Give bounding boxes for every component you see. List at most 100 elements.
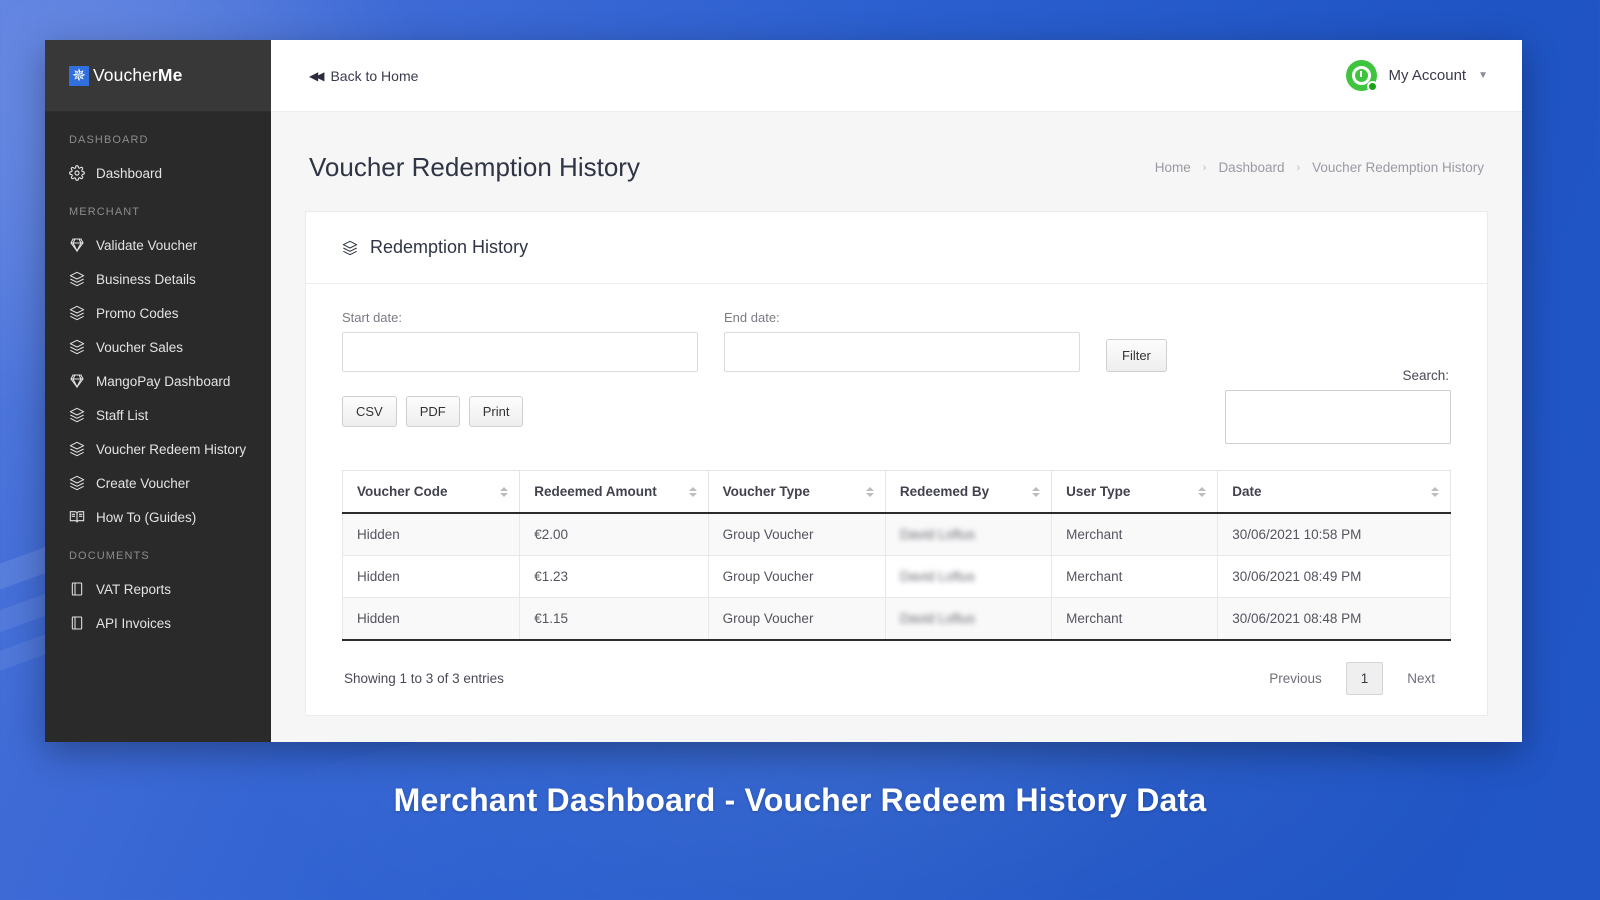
search-input[interactable] <box>1225 390 1451 444</box>
sidebar-nav: DASHBOARD Dashboard MERCHANT Validate Vo… <box>45 112 271 640</box>
sidebar-item-label: Validate Voucher <box>96 237 198 253</box>
page-title: Voucher Redemption History <box>309 152 640 182</box>
export-and-search-row: CSV PDF Print Search: <box>342 368 1451 444</box>
end-date-field: End date: <box>724 310 1080 372</box>
sidebar-item-label: MangoPay Dashboard <box>96 373 231 389</box>
sidebar-item-staff-list[interactable]: Staff List <box>45 398 271 432</box>
column-header-redeemed-amount[interactable]: Redeemed Amount <box>519 470 709 514</box>
my-account-label: My Account <box>1388 67 1467 84</box>
layers-icon <box>69 305 85 321</box>
sidebar: ✵ VoucherMe DASHBOARD Dashboard MERCHANT… <box>45 40 271 742</box>
cell-redeemed-by: David Loftus <box>884 555 1053 598</box>
book-open-icon <box>69 509 85 525</box>
sidebar-heading-dashboard: DASHBOARD <box>69 134 149 146</box>
gem-icon <box>69 373 85 389</box>
cell-date: 30/06/2021 10:58 PM <box>1217 512 1451 556</box>
cell-redeemed-by: David Loftus <box>884 512 1053 556</box>
cell-voucher-type: Group Voucher <box>707 597 886 641</box>
redemption-history-table: Voucher Code Redeemed Amount Voucher Typ… <box>341 470 1451 641</box>
sidebar-item-label: Create Voucher <box>96 475 190 491</box>
cell-date: 30/06/2021 08:48 PM <box>1217 597 1451 641</box>
layers-icon <box>69 339 85 355</box>
card-title: Redemption History <box>370 237 529 257</box>
column-header-redeemed-by[interactable]: Redeemed By <box>884 470 1053 514</box>
clock-avatar-icon <box>1345 60 1378 92</box>
sidebar-item-label: Staff List <box>96 407 149 423</box>
end-date-input[interactable] <box>724 332 1080 372</box>
layers-icon <box>342 240 358 256</box>
table-wrapper: Voucher Code Redeemed Amount Voucher Typ… <box>341 470 1451 645</box>
breadcrumb: Home › Dashboard › Voucher Redemption Hi… <box>1155 160 1484 175</box>
sidebar-item-api-invoices[interactable]: API Invoices <box>45 606 271 640</box>
sort-icon[interactable] <box>1198 486 1207 497</box>
back-to-home-label: Back to Home <box>330 67 419 84</box>
breadcrumb-item-home[interactable]: Home <box>1155 160 1191 175</box>
sort-icon[interactable] <box>865 486 874 497</box>
export-buttons: CSV PDF Print <box>342 396 524 427</box>
sidebar-item-voucher-sales[interactable]: Voucher Sales <box>45 330 271 364</box>
redeemed-by-blurred-value: David Loftus <box>899 527 975 542</box>
column-label: Redeemed Amount <box>534 484 657 499</box>
sort-icon[interactable] <box>500 486 509 497</box>
sidebar-item-business-details[interactable]: Business Details <box>45 262 271 296</box>
sidebar-item-create-voucher[interactable]: Create Voucher <box>45 466 271 500</box>
cell-voucher-type: Group Voucher <box>707 512 886 556</box>
sort-icon[interactable] <box>1431 486 1439 497</box>
sidebar-item-validate-voucher[interactable]: Validate Voucher <box>45 228 271 262</box>
redeemed-by-blurred-value: David Loftus <box>899 611 975 626</box>
table-row[interactable]: Hidden €1.15 Group Voucher David Loftus … <box>341 597 1451 641</box>
csv-export-button[interactable]: CSV <box>342 396 397 427</box>
column-header-voucher-type[interactable]: Voucher Type <box>707 470 886 514</box>
start-date-label: Start date: <box>342 310 402 325</box>
brand-name-light: Voucher <box>93 65 158 85</box>
brand-name-bold: Me <box>157 65 183 85</box>
print-button[interactable]: Print <box>468 396 524 427</box>
sort-icon[interactable] <box>688 486 697 497</box>
column-header-voucher-code[interactable]: Voucher Code <box>341 470 521 514</box>
pdf-export-button[interactable]: PDF <box>405 396 460 427</box>
sidebar-item-vat-reports[interactable]: VAT Reports <box>45 572 271 606</box>
cell-user-type: Merchant <box>1051 597 1219 641</box>
sidebar-item-dashboard[interactable]: Dashboard <box>45 156 271 190</box>
my-account-menu[interactable]: My Account ▼ <box>1345 60 1488 92</box>
card-header: Redemption History <box>306 212 1487 284</box>
start-date-input[interactable] <box>342 332 698 372</box>
cell-voucher-type: Group Voucher <box>707 555 886 598</box>
sidebar-item-voucher-redeem-history[interactable]: Voucher Redeem History <box>45 432 271 466</box>
column-label: Redeemed By <box>899 484 990 499</box>
back-to-home-link[interactable]: ◀◀ Back to Home <box>309 68 418 84</box>
pagination-page-1[interactable]: 1 <box>1345 662 1384 695</box>
sidebar-item-mangopay-dashboard[interactable]: MangoPay Dashboard <box>45 364 271 398</box>
cell-redeemed-amount: €1.15 <box>519 597 709 641</box>
pagination-next[interactable]: Next <box>1393 663 1449 694</box>
sidebar-heading-documents: DOCUMENTS <box>69 550 150 562</box>
table-row[interactable]: Hidden €1.23 Group Voucher David Loftus … <box>341 555 1451 598</box>
book-icon <box>69 615 85 631</box>
layers-icon <box>69 475 85 491</box>
breadcrumb-separator-icon: › <box>1202 161 1207 174</box>
sidebar-item-how-to-guides[interactable]: How To (Guides) <box>45 500 271 534</box>
filter-button[interactable]: Filter <box>1106 339 1167 372</box>
pagination: Previous 1 Next <box>1255 662 1449 695</box>
pagination-previous[interactable]: Previous <box>1255 663 1336 694</box>
chevron-down-icon: ▼ <box>1478 70 1488 81</box>
sidebar-item-promo-codes[interactable]: Promo Codes <box>45 296 271 330</box>
sidebar-item-label: Promo Codes <box>96 305 179 321</box>
column-header-date[interactable]: Date <box>1217 470 1451 514</box>
card-body: Start date: End date: Filter CSV PDF Pri… <box>306 284 1487 715</box>
breadcrumb-item-dashboard[interactable]: Dashboard <box>1218 160 1284 175</box>
layers-icon <box>69 407 85 423</box>
sort-icon[interactable] <box>1032 486 1041 497</box>
column-label: Date <box>1232 484 1262 499</box>
sidebar-item-label: API Invoices <box>96 615 172 631</box>
main-area: ◀◀ Back to Home My Account ▼ Voucher Red… <box>271 40 1522 742</box>
gear-icon <box>69 165 85 181</box>
table-row[interactable]: Hidden €2.00 Group Voucher David Loftus … <box>341 512 1451 556</box>
redemption-history-card: Redemption History Start date: End date:… <box>305 211 1488 716</box>
cell-redeemed-amount: €2.00 <box>519 512 709 556</box>
column-header-user-type[interactable]: User Type <box>1051 470 1219 514</box>
sidebar-item-label: Business Details <box>96 271 196 287</box>
cell-redeemed-by: David Loftus <box>884 597 1053 641</box>
brand-logo-area[interactable]: ✵ VoucherMe <box>45 40 271 112</box>
table-header-row: Voucher Code Redeemed Amount Voucher Typ… <box>341 470 1451 514</box>
